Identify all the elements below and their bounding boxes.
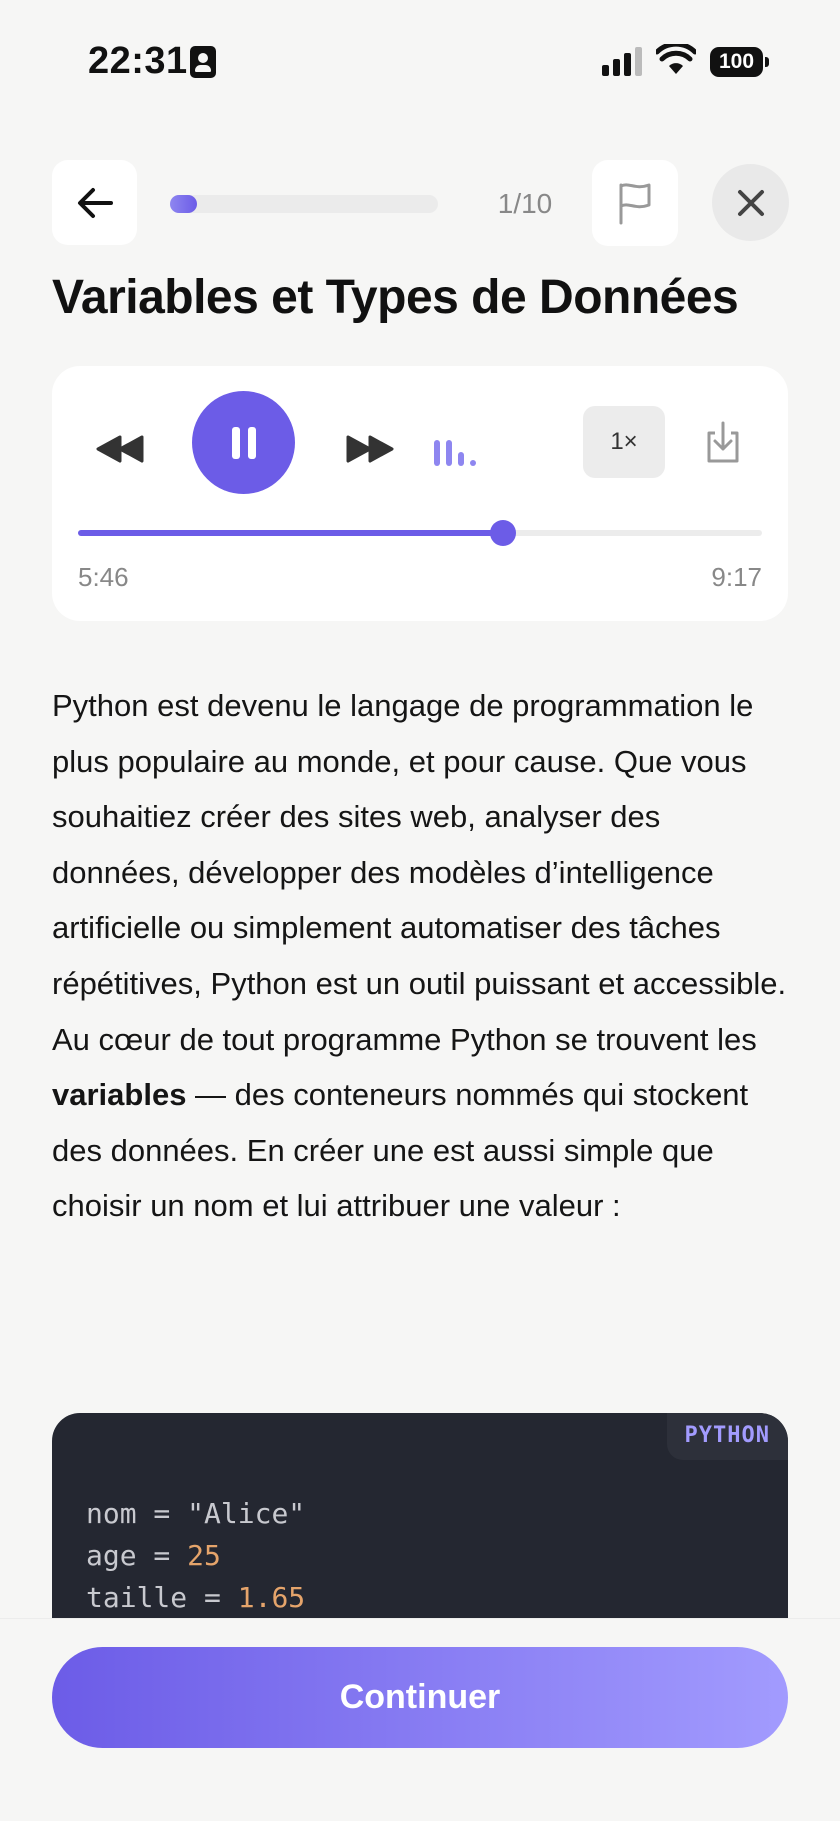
flag-icon [619, 183, 651, 225]
fast-forward-icon [346, 435, 394, 463]
lesson-paragraph: Python est devenu le langage de programm… [52, 678, 792, 1234]
download-icon [707, 421, 739, 463]
battery-icon: 100 [710, 47, 769, 77]
lesson-header: 1/10 [0, 160, 840, 246]
page-title: Variables et Types de Données [52, 271, 739, 324]
status-time: 22:31 [88, 40, 188, 82]
pause-icon [231, 426, 256, 459]
playback-speed-button[interactable]: 1× [583, 406, 665, 478]
close-icon [737, 189, 764, 216]
seek-bar[interactable] [78, 520, 762, 546]
bottom-bar: Continuer [0, 1618, 840, 1821]
rewind-icon [96, 435, 144, 463]
code-line: taille = 1.65 [86, 1581, 306, 1614]
signal-icon [602, 46, 644, 76]
contact-card-icon [190, 46, 216, 78]
pause-button[interactable] [192, 391, 295, 494]
fast-forward-button[interactable] [342, 424, 398, 474]
lesson-progress-bar [170, 195, 438, 213]
seek-bar-fill [78, 530, 504, 536]
back-button[interactable] [52, 160, 137, 245]
rewind-button[interactable] [92, 424, 148, 474]
total-time: 9:17 [711, 562, 762, 592]
download-button[interactable] [698, 418, 748, 468]
code-lines: nom = "Alice" age = 25 taille = 1.65 [86, 1493, 305, 1619]
continue-button[interactable]: Continuer [52, 1647, 788, 1748]
close-button[interactable] [712, 164, 789, 241]
waveform-icon [434, 436, 484, 466]
lesson-progress-label: 1/10 [497, 188, 553, 219]
lesson-text-before: Python est devenu le langage de programm… [52, 688, 787, 1057]
code-language-badge: PYTHON [666, 1413, 788, 1460]
code-line: nom = "Alice" [86, 1497, 306, 1530]
battery-level: 100 [710, 47, 763, 77]
current-time: 5:46 [78, 562, 129, 592]
wifi-icon [656, 44, 696, 74]
code-line: age = 25 [86, 1539, 221, 1572]
audio-player: 1× 5:46 9:17 [52, 366, 788, 621]
status-bar: 22:31 100 [0, 0, 840, 124]
lesson-progress-fill [170, 195, 197, 213]
report-button[interactable] [592, 160, 678, 246]
arrow-left-icon [77, 187, 113, 218]
seek-thumb[interactable] [490, 520, 517, 546]
lesson-bold-term: variables [52, 1077, 187, 1113]
